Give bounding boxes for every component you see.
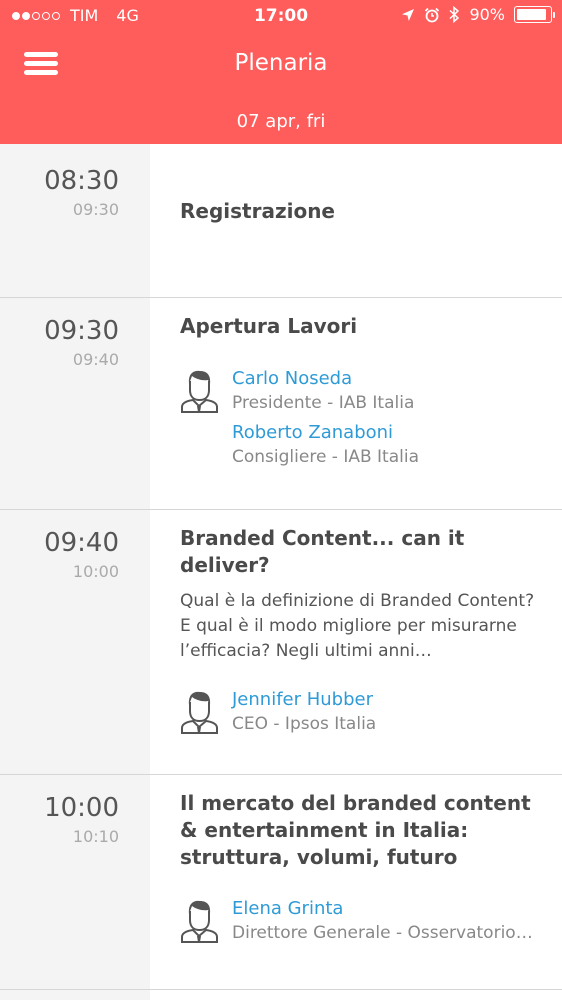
- speaker-role: Presidente - IAB Italia: [232, 393, 415, 413]
- person-avatar-icon: [181, 691, 218, 734]
- agenda-list[interactable]: 08:30 09:30 Registrazione 09:30 09:40 Ap…: [0, 144, 562, 1000]
- battery-percentage: 90%: [469, 5, 505, 24]
- person-avatar-icon: [181, 900, 218, 943]
- page-title: Plenaria: [234, 50, 328, 76]
- speaker-item[interactable]: Elena Grinta Direttore Generale - Osserv…: [180, 897, 540, 945]
- speaker-list: Carlo Noseda Presidente - IAB Italia Rob…: [180, 367, 540, 469]
- session-description: Qual è la definizione di Branded Content…: [180, 591, 535, 661]
- session-time: 09:40 10:00: [0, 528, 119, 581]
- session-time: 08:30 09:30: [0, 166, 119, 219]
- session-time: 10:00 10:10: [0, 793, 119, 846]
- session-title[interactable]: Apertura Lavori: [180, 313, 540, 340]
- session-end-time: 10:00: [72, 562, 119, 581]
- session-title[interactable]: Branded Content... can it deliver?: [180, 525, 540, 579]
- session-start-time: 09:40: [44, 528, 119, 558]
- session-row[interactable]: 09:30 09:40 Apertura Lavori Carlo Noseda…: [0, 298, 562, 510]
- speaker-role: CEO - Ipsos Italia: [232, 714, 377, 734]
- page-date: 07 apr, fri: [236, 111, 326, 132]
- speaker-item[interactable]: Roberto Zanaboni Consigliere - IAB Itali…: [180, 421, 540, 469]
- session-title[interactable]: Registrazione: [180, 198, 540, 225]
- session-row[interactable]: 09:40 10:00 Branded Content... can it de…: [0, 510, 562, 775]
- speaker-name[interactable]: Carlo Noseda: [232, 367, 540, 391]
- alarm-clock-icon: [425, 7, 440, 22]
- speaker-name[interactable]: Jennifer Hubber: [232, 688, 540, 712]
- location-arrow-icon: [402, 8, 415, 21]
- person-avatar-icon: [181, 370, 218, 413]
- battery-icon: [514, 6, 555, 23]
- speaker-item[interactable]: Jennifer Hubber CEO - Ipsos Italia: [180, 688, 540, 736]
- battery-level: [517, 9, 546, 20]
- speaker-role: Direttore Generale - Osservatorio…: [232, 923, 533, 943]
- session-row[interactable]: 10:00 10:10 Il mercato del branded conte…: [0, 775, 562, 990]
- speaker-name[interactable]: Roberto Zanaboni: [232, 421, 540, 445]
- status-bar: TIM 4G 17:00 90%: [0, 0, 562, 32]
- bluetooth-icon: [449, 6, 460, 23]
- session-end-time: 10:10: [72, 827, 119, 846]
- session-start-time: 08:30: [44, 166, 119, 196]
- status-right: 90%: [401, 5, 555, 24]
- speaker-list: Jennifer Hubber CEO - Ipsos Italia: [180, 688, 540, 736]
- app-header: TIM 4G 17:00 90% Plenaria 07 apr, fri: [0, 0, 562, 144]
- speaker-name[interactable]: Elena Grinta: [232, 897, 540, 921]
- session-title[interactable]: Il mercato del branded content & enterta…: [180, 790, 540, 871]
- speaker-role: Consigliere - IAB Italia: [232, 447, 420, 467]
- session-row[interactable]: 08:30 09:30 Registrazione: [0, 144, 562, 298]
- session-end-time: 09:40: [72, 350, 119, 369]
- speaker-list: Elena Grinta Direttore Generale - Osserv…: [180, 897, 540, 945]
- session-end-time: 09:30: [72, 200, 119, 219]
- session-time: 09:30 09:40: [0, 316, 119, 369]
- session-start-time: 09:30: [44, 316, 119, 346]
- session-start-time: 10:00: [44, 793, 119, 823]
- speaker-item[interactable]: Carlo Noseda Presidente - IAB Italia: [180, 367, 540, 415]
